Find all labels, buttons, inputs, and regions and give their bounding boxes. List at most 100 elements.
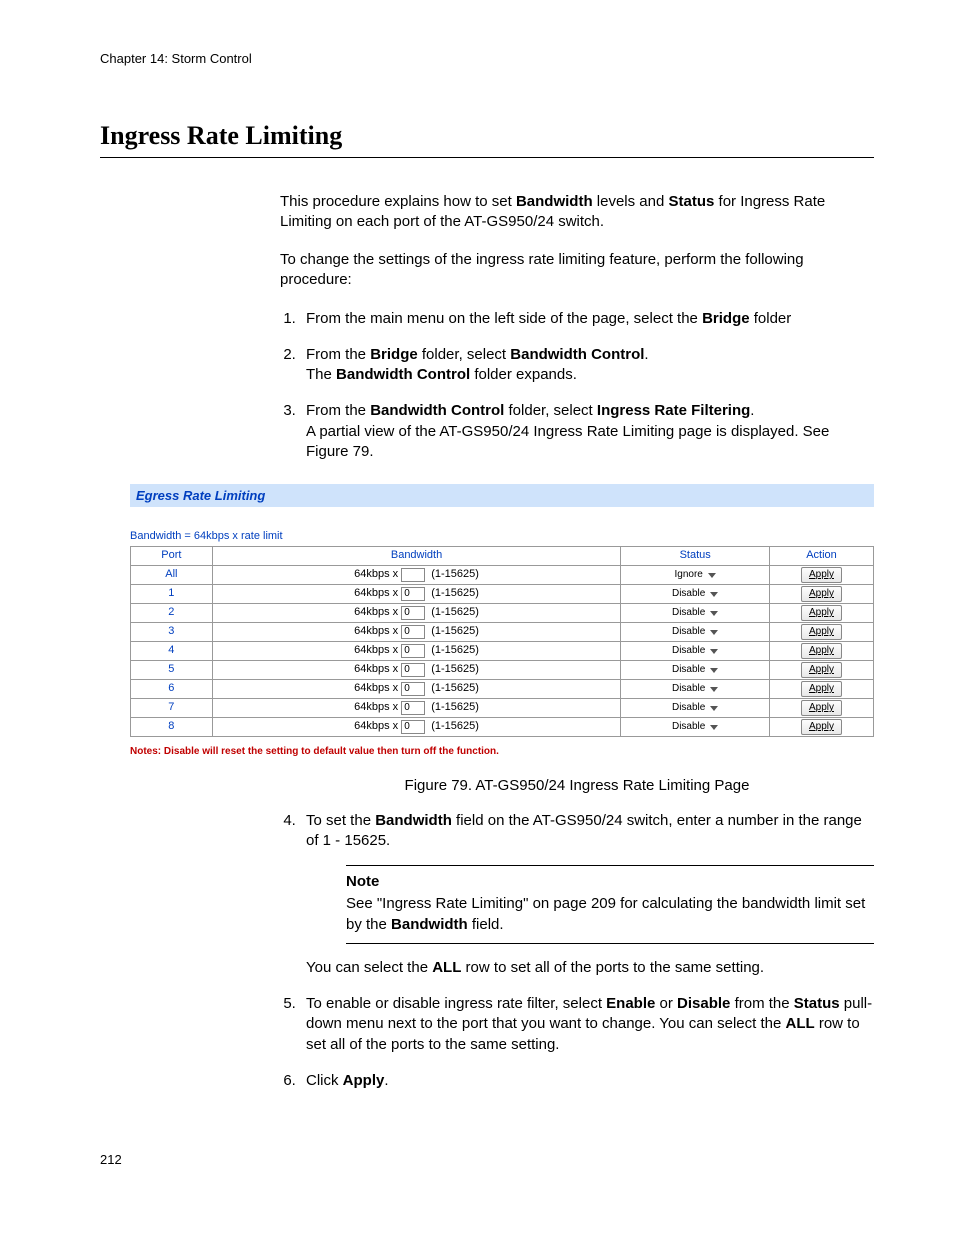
col-status: Status	[621, 546, 770, 565]
chevron-down-icon	[708, 573, 716, 578]
step-6: Click Apply.	[300, 1071, 874, 1091]
bandwidth-prefix: 64kbps x	[354, 719, 398, 734]
action-cell: Apply	[769, 679, 873, 698]
rate-table: Port Bandwidth Status Action All64kbps x…	[130, 546, 874, 737]
apply-button[interactable]: Apply	[801, 624, 842, 640]
note-box: Note See "Ingress Rate Limiting" on page…	[346, 865, 874, 944]
apply-button[interactable]: Apply	[801, 662, 842, 678]
step-5: To enable or disable ingress rate filter…	[300, 994, 874, 1055]
status-select[interactable]: Disable	[672, 625, 718, 639]
bandwidth-input[interactable]: 0	[401, 644, 425, 658]
col-action: Action	[769, 546, 873, 565]
bandwidth-input[interactable]: 0	[401, 701, 425, 715]
chevron-down-icon	[710, 649, 718, 654]
action-cell: Apply	[769, 622, 873, 641]
lead-in: To change the settings of the ingress ra…	[280, 250, 874, 291]
status-select[interactable]: Disable	[672, 701, 718, 715]
port-cell: 2	[131, 603, 213, 622]
table-row: 664kbps x 0(1-15625)DisableApply	[131, 679, 874, 698]
action-cell: Apply	[769, 698, 873, 717]
bandwidth-cell: 64kbps x 0(1-15625)	[212, 641, 621, 660]
chevron-down-icon	[710, 725, 718, 730]
panel-notes: Notes: Disable will reset the setting to…	[130, 745, 874, 759]
bandwidth-range: (1-15625)	[431, 605, 479, 620]
bandwidth-input[interactable]: 0	[401, 720, 425, 734]
intro-paragraph: This procedure explains how to set Bandw…	[280, 192, 874, 233]
figure-caption: Figure 79. AT-GS950/24 Ingress Rate Limi…	[280, 776, 874, 796]
status-select[interactable]: Disable	[672, 720, 718, 734]
status-select[interactable]: Disable	[672, 682, 718, 696]
bandwidth-formula: Bandwidth = 64kbps x rate limit	[130, 529, 874, 544]
chevron-down-icon	[710, 687, 718, 692]
status-select[interactable]: Disable	[672, 587, 718, 601]
table-row: 364kbps x 0(1-15625)DisableApply	[131, 622, 874, 641]
bandwidth-input[interactable]: 0	[401, 606, 425, 620]
bandwidth-range: (1-15625)	[431, 567, 479, 582]
port-cell: 6	[131, 679, 213, 698]
status-select[interactable]: Disable	[672, 663, 718, 677]
status-select[interactable]: Ignore	[674, 568, 715, 582]
bandwidth-range: (1-15625)	[431, 700, 479, 715]
apply-button[interactable]: Apply	[801, 643, 842, 659]
page-number: 212	[100, 1151, 874, 1169]
bandwidth-prefix: 64kbps x	[354, 567, 398, 582]
status-cell: Disable	[621, 698, 770, 717]
step-4: To set the Bandwidth field on the AT-GS9…	[300, 811, 874, 979]
status-cell: Disable	[621, 603, 770, 622]
bandwidth-prefix: 64kbps x	[354, 662, 398, 677]
apply-button[interactable]: Apply	[801, 605, 842, 621]
table-row: All 64kbps x (1-15625) Ignore Apply	[131, 565, 874, 584]
port-cell: 8	[131, 717, 213, 736]
step-2: From the Bridge folder, select Bandwidth…	[300, 345, 874, 386]
bandwidth-prefix: 64kbps x	[354, 605, 398, 620]
port-cell: 4	[131, 641, 213, 660]
section-heading: Ingress Rate Limiting	[100, 118, 874, 158]
bandwidth-input[interactable]: 0	[401, 587, 425, 601]
table-row: 464kbps x 0(1-15625) Disable Apply	[131, 641, 874, 660]
bandwidth-range: (1-15625)	[431, 681, 479, 696]
apply-button[interactable]: Apply	[801, 586, 842, 602]
chevron-down-icon	[710, 592, 718, 597]
bandwidth-input[interactable]: 0	[401, 682, 425, 696]
port-cell: 5	[131, 660, 213, 679]
action-cell: Apply	[769, 603, 873, 622]
table-row: 2 64kbps x 0 (1-15625) Disable Apply	[131, 603, 874, 622]
bandwidth-input[interactable]: 0	[401, 663, 425, 677]
status-cell: Disable	[621, 584, 770, 603]
action-cell: Apply	[769, 717, 873, 736]
note-body: See "Ingress Rate Limiting" on page 209 …	[346, 894, 874, 935]
chevron-down-icon	[710, 611, 718, 616]
bandwidth-cell: 64kbps x 0(1-15625)	[212, 584, 621, 603]
port-cell: All	[131, 565, 213, 584]
note-heading: Note	[346, 872, 874, 892]
status-cell: Disable	[621, 622, 770, 641]
status-select[interactable]: Disable	[672, 606, 718, 620]
apply-button[interactable]: Apply	[801, 681, 842, 697]
bandwidth-cell: 64kbps x 0 (1-15625)	[212, 603, 621, 622]
action-cell: Apply	[769, 584, 873, 603]
table-row: 164kbps x 0(1-15625)DisableApply	[131, 584, 874, 603]
chevron-down-icon	[710, 630, 718, 635]
bandwidth-cell: 64kbps x 0(1-15625)	[212, 679, 621, 698]
port-cell: 7	[131, 698, 213, 717]
bandwidth-prefix: 64kbps x	[354, 586, 398, 601]
bandwidth-cell: 64kbps x 0(1-15625)	[212, 622, 621, 641]
apply-button[interactable]: Apply	[801, 567, 842, 583]
bandwidth-cell: 64kbps x 0(1-15625)	[212, 717, 621, 736]
table-row: 764kbps x 0(1-15625)DisableApply	[131, 698, 874, 717]
port-cell: 3	[131, 622, 213, 641]
status-cell: Disable	[621, 660, 770, 679]
table-row: 564kbps x 0(1-15625)DisableApply	[131, 660, 874, 679]
apply-button[interactable]: Apply	[801, 700, 842, 716]
action-cell: Apply	[769, 565, 873, 584]
bandwidth-range: (1-15625)	[431, 624, 479, 639]
status-cell: Disable	[621, 679, 770, 698]
procedure-list-cont: To set the Bandwidth field on the AT-GS9…	[280, 811, 874, 1092]
after-note: You can select the ALL row to set all of…	[306, 958, 874, 978]
bandwidth-input[interactable]	[401, 568, 425, 582]
bandwidth-input[interactable]: 0	[401, 625, 425, 639]
step-3: From the Bandwidth Control folder, selec…	[300, 401, 874, 462]
apply-button[interactable]: Apply	[801, 719, 842, 735]
status-select[interactable]: Disable	[672, 644, 718, 658]
bandwidth-cell: 64kbps x 0(1-15625)	[212, 698, 621, 717]
